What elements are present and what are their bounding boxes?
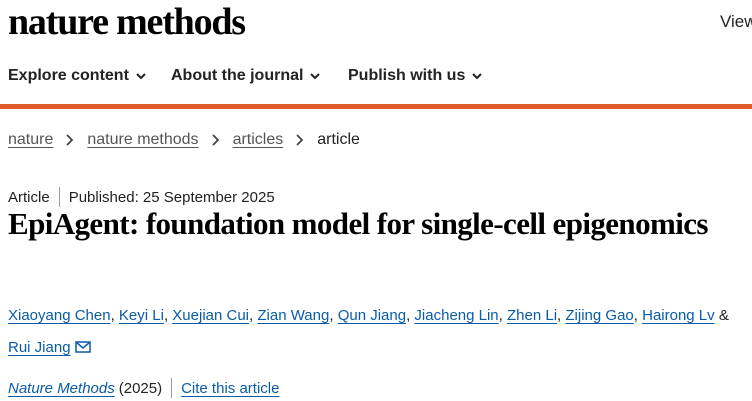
article-meta: Article Published: 25 September 2025 — [8, 187, 275, 207]
citation-divider — [171, 378, 173, 398]
header-accent-rule — [0, 104, 752, 109]
author-final-separator: & — [718, 307, 729, 324]
nav-item-label: Publish with us — [348, 67, 466, 84]
author-separator: , — [498, 307, 503, 324]
journal-name-link[interactable]: Nature Methods — [8, 380, 115, 397]
author-list: Xiaoyang Chen, Keyi Li, Xuejian Cui, Zia… — [8, 300, 752, 364]
citation-line: Nature Methods (2025) Cite this article — [8, 378, 279, 398]
nav-item-label: Explore content — [8, 67, 129, 84]
site-header: nature methods View — [0, 0, 752, 48]
corresponding-author-link[interactable]: Rui Jiang — [8, 339, 71, 356]
breadcrumb: nature nature methods articles article — [8, 131, 360, 149]
chevron-down-icon — [310, 73, 321, 80]
mail-icon[interactable] — [74, 341, 91, 353]
article-title: EpiAgent: foundation model for single-ce… — [8, 206, 708, 241]
breadcrumb-nature[interactable]: nature — [8, 131, 53, 149]
article-type: Article — [8, 188, 50, 206]
chevron-down-icon — [136, 73, 146, 80]
meta-divider — [58, 187, 60, 207]
breadcrumb-current: article — [317, 131, 360, 148]
chevron-right-icon — [211, 134, 219, 146]
author-separator: , — [633, 307, 638, 324]
nav-explore-content[interactable]: Explore content — [8, 67, 147, 85]
author-link[interactable]: Qun Jiang — [338, 307, 406, 324]
chevron-down-icon — [472, 73, 483, 80]
breadcrumb-articles[interactable]: articles — [233, 131, 284, 149]
published-date: Published: 25 September 2025 — [68, 188, 275, 206]
author-separator: , — [163, 307, 169, 324]
author-separator: , — [110, 307, 115, 324]
author-link[interactable]: Xiaoyang Chen — [8, 307, 111, 324]
publication-year: (2025) — [118, 379, 163, 397]
main-nav: Explore content About the journal Publis… — [0, 62, 752, 94]
nav-item-label: About the journal — [171, 67, 304, 84]
nav-about-the-journal[interactable]: About the journal — [171, 67, 321, 85]
author-separator: , — [557, 307, 562, 324]
view-link[interactable]: View — [720, 12, 752, 32]
nature-methods-logo[interactable]: nature methods — [8, 2, 246, 42]
author-separator: , — [249, 307, 254, 324]
chevron-right-icon — [296, 134, 304, 146]
cite-this-article-link[interactable]: Cite this article — [181, 380, 279, 397]
author-link[interactable]: Keyi Li — [119, 307, 164, 324]
breadcrumb-nature-methods[interactable]: nature methods — [87, 131, 198, 149]
author-separator: , — [329, 307, 334, 324]
author-link[interactable]: Hairong Lv — [642, 307, 715, 324]
chevron-right-icon — [66, 134, 74, 146]
author-link[interactable]: Zijing Gao — [565, 307, 633, 324]
author-link[interactable]: Zhen Li — [507, 307, 557, 324]
nav-publish-with-us[interactable]: Publish with us — [348, 67, 483, 85]
author-link[interactable]: Jiacheng Lin — [414, 307, 498, 324]
author-link[interactable]: Zian Wang — [257, 307, 329, 324]
author-separator: , — [406, 307, 411, 324]
author-link[interactable]: Xuejian Cui — [172, 307, 249, 324]
